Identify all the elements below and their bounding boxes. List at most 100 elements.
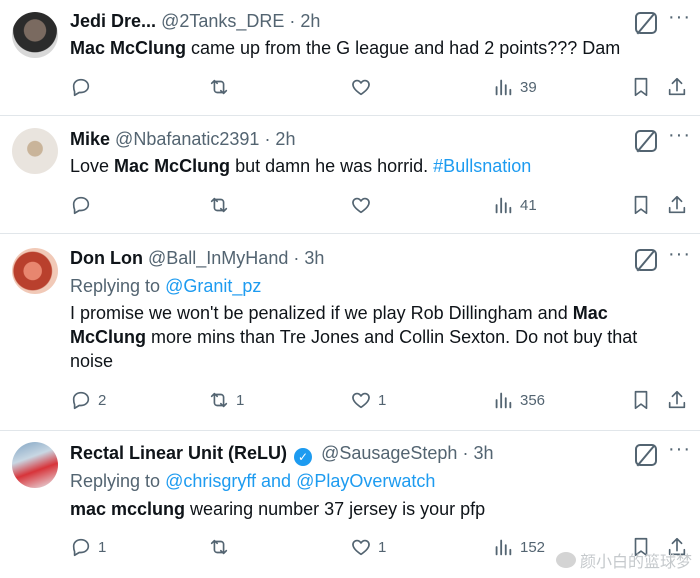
display-name[interactable]: Jedi Dre... [70, 11, 156, 31]
reply-icon [70, 194, 92, 216]
tweet-text: mac mcclung wearing number 37 jersey is … [70, 497, 682, 521]
retweet-icon [208, 389, 230, 411]
reply-mention-link[interactable]: @chrisgryff and @PlayOverwatch [165, 471, 435, 491]
display-name[interactable]: Mike [70, 129, 110, 149]
share-button[interactable] [666, 389, 688, 411]
replying-label: Replying to [70, 276, 161, 296]
user-handle[interactable]: @2Tanks_DRE [161, 11, 284, 31]
views-button[interactable]: 41 [492, 194, 537, 216]
action-bar: 39 [0, 76, 700, 100]
timestamp[interactable]: · 3h [462, 443, 493, 463]
reply-mention-link[interactable]: @Granit_pz [165, 276, 261, 296]
retweet-button[interactable]: 1 [208, 389, 244, 411]
views-count: 41 [520, 196, 537, 214]
display-name[interactable]: Rectal Linear Unit (ReLU) [70, 443, 287, 463]
tweet-header: Don Lon @Ball_InMyHand · 3h [70, 247, 324, 269]
retweet-button[interactable] [208, 76, 236, 98]
replying-label: Replying to [70, 471, 161, 491]
more-icon[interactable]: ··· [668, 438, 691, 461]
watermark-text: 颜小白的篮球梦 [579, 554, 692, 571]
retweets-count: 1 [236, 391, 245, 409]
bookmark-button[interactable] [630, 389, 652, 411]
user-handle[interactable]: @SausageSteph [321, 443, 457, 463]
share-button[interactable] [666, 76, 688, 98]
reply-icon [70, 76, 92, 98]
views-count: 39 [520, 78, 537, 96]
replying-to: Replying to @chrisgryff and @PlayOverwat… [70, 470, 435, 492]
views-button[interactable]: 152 [492, 536, 545, 558]
share-icon [666, 194, 688, 216]
tweet-header: Rectal Linear Unit (ReLU) ✓ @SausageStep… [70, 442, 493, 466]
avatar[interactable] [12, 442, 58, 488]
text-mention: mac mcclung [70, 499, 186, 519]
bookmark-icon [630, 76, 652, 98]
more-icon[interactable]: ··· [668, 6, 691, 29]
views-icon [492, 536, 514, 558]
verified-badge-icon[interactable]: ✓ [294, 448, 313, 466]
action-bar: 2 1 1 356 [0, 389, 700, 413]
like-button[interactable]: 1 [350, 536, 386, 558]
user-handle[interactable]: @Ball_InMyHand [148, 248, 288, 268]
avatar[interactable] [12, 248, 58, 294]
grok-icon[interactable] [635, 444, 657, 466]
views-button[interactable]: 356 [492, 389, 545, 411]
reply-button[interactable]: 2 [70, 389, 106, 411]
tweet[interactable]: Jedi Dre... @2Tanks_DRE · 2h ··· Mac McC… [0, 0, 700, 116]
reply-icon [70, 536, 92, 558]
retweet-icon [208, 536, 230, 558]
tweet-text: I promise we won't be penalized if we pl… [70, 301, 682, 373]
grok-icon[interactable] [635, 249, 657, 271]
like-button[interactable]: 1 [350, 389, 386, 411]
text-mention: Mac McClung [114, 156, 231, 176]
text-segment: wearing number 37 jersey is your pfp [185, 499, 486, 519]
retweet-icon [208, 194, 230, 216]
avatar[interactable] [12, 12, 58, 58]
action-bar: 41 [0, 194, 700, 218]
text-segment: Love [70, 156, 115, 176]
replies-count: 2 [98, 391, 107, 409]
replying-to: Replying to @Granit_pz [70, 275, 261, 297]
more-icon[interactable]: ··· [668, 243, 691, 266]
retweet-button[interactable] [208, 536, 236, 558]
views-button[interactable]: 39 [492, 76, 537, 98]
bookmark-button[interactable] [630, 76, 652, 98]
timestamp[interactable]: · 2h [289, 11, 320, 31]
reply-button[interactable] [70, 194, 98, 216]
replies-count: 1 [98, 538, 107, 556]
text-segment: but damn he was horrid. [230, 156, 434, 176]
bookmark-button[interactable] [630, 194, 652, 216]
text-mention: Mac McClung [70, 38, 187, 58]
timestamp[interactable]: · 3h [293, 248, 324, 268]
avatar[interactable] [12, 128, 58, 174]
reply-icon [70, 389, 92, 411]
reply-button[interactable] [70, 76, 98, 98]
watermark: 颜小白的篮球梦 [555, 548, 692, 572]
grok-icon[interactable] [635, 130, 657, 152]
hashtag-link[interactable]: #Bullsnation [433, 156, 531, 176]
tweet[interactable]: Don Lon @Ball_InMyHand · 3h ··· Replying… [0, 234, 700, 431]
tweet-text: Mac McClung came up from the G league an… [70, 36, 682, 60]
more-icon[interactable]: ··· [668, 124, 691, 147]
tweet-header: Jedi Dre... @2Tanks_DRE · 2h [70, 10, 320, 32]
views-icon [492, 389, 514, 411]
timestamp[interactable]: · 2h [264, 129, 295, 149]
views-icon [492, 76, 514, 98]
weibo-logo-icon [555, 552, 576, 568]
like-button[interactable] [350, 76, 378, 98]
display-name[interactable]: Don Lon [70, 248, 143, 268]
retweet-icon [208, 76, 230, 98]
heart-icon [350, 389, 372, 411]
user-handle[interactable]: @Nbafanatic2391 [115, 129, 259, 149]
text-segment: came up from the G league and had 2 poin… [186, 38, 621, 58]
retweet-button[interactable] [208, 194, 236, 216]
views-count: 152 [520, 538, 546, 556]
likes-count: 1 [378, 391, 387, 409]
grok-icon[interactable] [635, 12, 657, 34]
text-segment: I promise we won't be penalized if we pl… [70, 303, 573, 323]
views-count: 356 [520, 391, 546, 409]
tweet[interactable]: Mike @Nbafanatic2391 · 2h ··· Love Mac M… [0, 116, 700, 234]
share-icon [666, 76, 688, 98]
like-button[interactable] [350, 194, 378, 216]
share-button[interactable] [666, 194, 688, 216]
reply-button[interactable]: 1 [70, 536, 106, 558]
